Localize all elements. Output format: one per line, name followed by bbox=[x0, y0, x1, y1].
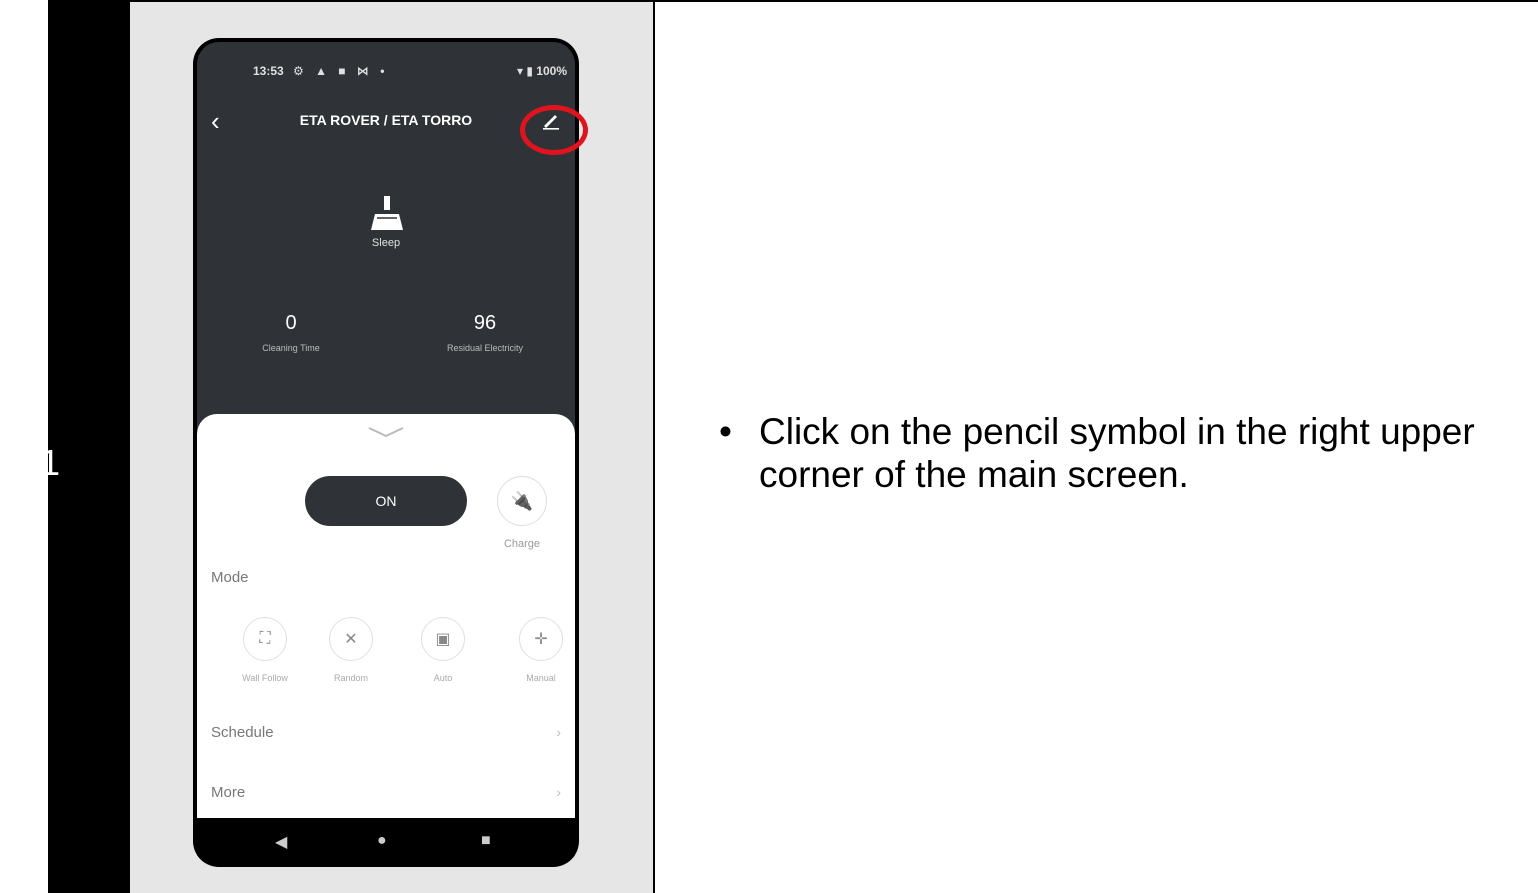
sweeper-icon bbox=[371, 196, 403, 230]
chevron-down-icon[interactable] bbox=[367, 426, 405, 438]
stat-value: 96 bbox=[473, 312, 497, 334]
status-time: 13:53 bbox=[253, 64, 284, 78]
stat-value: 0 bbox=[285, 312, 297, 334]
charge-button[interactable]: 🔌 Charge bbox=[497, 476, 547, 550]
nav-recent-icon[interactable]: ■ bbox=[481, 832, 491, 850]
more-row[interactable]: More › bbox=[211, 784, 561, 801]
status-bar: 13:53 ⚙ ▲ ■ ⋈ • ▾ ▮ 100% bbox=[247, 64, 567, 82]
plug-icon: 🔌 bbox=[497, 476, 547, 526]
mode-manual[interactable]: ✛ Manual bbox=[501, 617, 579, 683]
chevron-right-icon: › bbox=[556, 724, 561, 740]
row-label: More bbox=[211, 784, 246, 801]
step-number-text: 1 bbox=[39, 442, 61, 483]
mode-auto[interactable]: ▣ Auto bbox=[403, 617, 483, 683]
residual-electricity-stat: 96 Residual Electricity bbox=[425, 312, 545, 353]
row-label: Schedule bbox=[211, 724, 274, 741]
control-sheet: ON 🔌 Charge Mode ⛶ Wall Follow ✕ Random … bbox=[197, 414, 575, 818]
instruction-text: Click on the pencil symbol in the right … bbox=[759, 411, 1475, 495]
mode-label: Wall Follow bbox=[242, 673, 288, 683]
random-icon: ✕ bbox=[329, 617, 373, 661]
mode-label: Auto bbox=[433, 673, 453, 683]
bullet: • bbox=[719, 411, 732, 452]
mode-label: Manual bbox=[526, 673, 556, 683]
mode-label: Random bbox=[333, 673, 369, 683]
auto-icon: ▣ bbox=[421, 617, 465, 661]
android-nav-bar: ◀ ● ■ bbox=[197, 818, 575, 863]
instruction-column: • Click on the pencil symbol in the righ… bbox=[655, 2, 1538, 893]
mode-wall-follow[interactable]: ⛶ Wall Follow bbox=[225, 617, 305, 683]
instruction-item: • Click on the pencil symbol in the righ… bbox=[719, 410, 1479, 496]
state-label: Sleep bbox=[371, 237, 401, 249]
wall-follow-icon: ⛶ bbox=[243, 617, 287, 661]
nav-back-icon[interactable]: ◀ bbox=[275, 832, 287, 852]
phone-screenshot: 13:53 ⚙ ▲ ■ ⋈ • ▾ ▮ 100% ‹ ETA ROVER / E… bbox=[193, 38, 579, 867]
device-header-panel: 13:53 ⚙ ▲ ■ ⋈ • ▾ ▮ 100% ‹ ETA ROVER / E… bbox=[197, 42, 575, 462]
mode-title: Mode bbox=[211, 569, 249, 586]
charge-label: Charge bbox=[503, 538, 541, 550]
power-on-button[interactable]: ON bbox=[305, 476, 467, 526]
nav-home-icon[interactable]: ● bbox=[377, 832, 387, 850]
cleaning-time-stat: 0 Cleaning Time bbox=[241, 312, 341, 353]
status-battery: ▾ ▮ 100% bbox=[517, 64, 567, 78]
mode-random[interactable]: ✕ Random bbox=[311, 617, 391, 683]
status-icons: ⚙ ▲ ■ ⋈ • bbox=[293, 64, 389, 78]
step-number: 1 bbox=[40, 442, 130, 484]
schedule-row[interactable]: Schedule › bbox=[211, 724, 561, 741]
chevron-right-icon: › bbox=[556, 784, 561, 800]
manual-icon: ✛ bbox=[519, 617, 563, 661]
stat-label: Cleaning Time bbox=[262, 343, 320, 353]
highlight-circle bbox=[520, 105, 588, 155]
stat-label: Residual Electricity bbox=[446, 343, 524, 353]
device-title: ETA ROVER / ETA TORRO bbox=[299, 112, 473, 128]
step-number-column: 1 bbox=[40, 2, 130, 893]
